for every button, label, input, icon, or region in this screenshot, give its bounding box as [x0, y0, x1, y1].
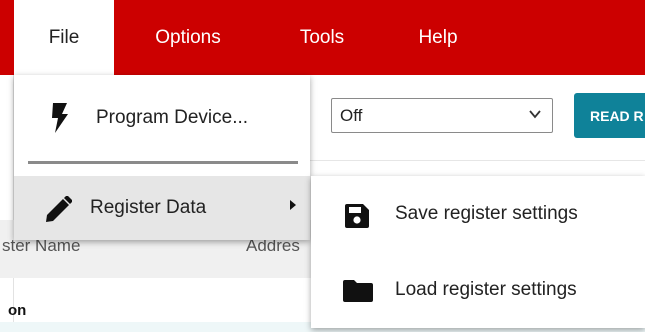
- menu-tools-label: Tools: [299, 26, 345, 48]
- menu-separator: [28, 161, 298, 164]
- mode-select[interactable]: Off: [331, 98, 553, 133]
- left-edge-panel: [0, 75, 14, 332]
- menu-item-register-data-label: Register Data: [90, 197, 207, 218]
- menu-file-label: File: [48, 26, 80, 48]
- menu-tools[interactable]: Tools: [278, 0, 366, 75]
- floppy-disk-icon: [345, 204, 369, 228]
- read-register-button[interactable]: READ R: [574, 93, 645, 138]
- folder-icon: [343, 280, 373, 302]
- menu-item-load-register-settings-label: Load register settings: [395, 279, 577, 300]
- mode-select-value: Off: [340, 105, 363, 125]
- pencil-icon: [46, 196, 72, 222]
- read-register-button-label: READ R: [590, 107, 644, 124]
- menu-options-label: Options: [155, 26, 221, 48]
- menu-item-save-register-settings-label: Save register settings: [395, 203, 578, 224]
- menu-item-load-register-settings[interactable]: Load register settings: [311, 252, 645, 328]
- menu-options[interactable]: Options: [130, 0, 246, 75]
- menu-help[interactable]: Help: [400, 0, 476, 75]
- chevron-down-icon: [529, 110, 541, 119]
- menu-item-save-register-settings[interactable]: Save register settings: [311, 176, 645, 252]
- menu-item-program-device-label: Program Device...: [96, 107, 249, 128]
- file-menu: Program Device... Register Data: [14, 75, 310, 240]
- app-window: Off READ R ster Name Addres on File Opti…: [0, 0, 645, 332]
- register-data-submenu: Save register settings Load register set…: [311, 176, 645, 328]
- menu-item-program-device[interactable]: Program Device...: [14, 75, 310, 161]
- menu-help-label: Help: [418, 26, 458, 48]
- section-heading: on: [8, 302, 27, 319]
- menu-file[interactable]: File: [14, 0, 114, 75]
- menu-item-register-data[interactable]: Register Data: [14, 176, 310, 240]
- submenu-arrow-icon: [290, 200, 296, 210]
- lightning-bolt-icon: [52, 103, 68, 133]
- menubar: File Options Tools Help: [0, 0, 645, 75]
